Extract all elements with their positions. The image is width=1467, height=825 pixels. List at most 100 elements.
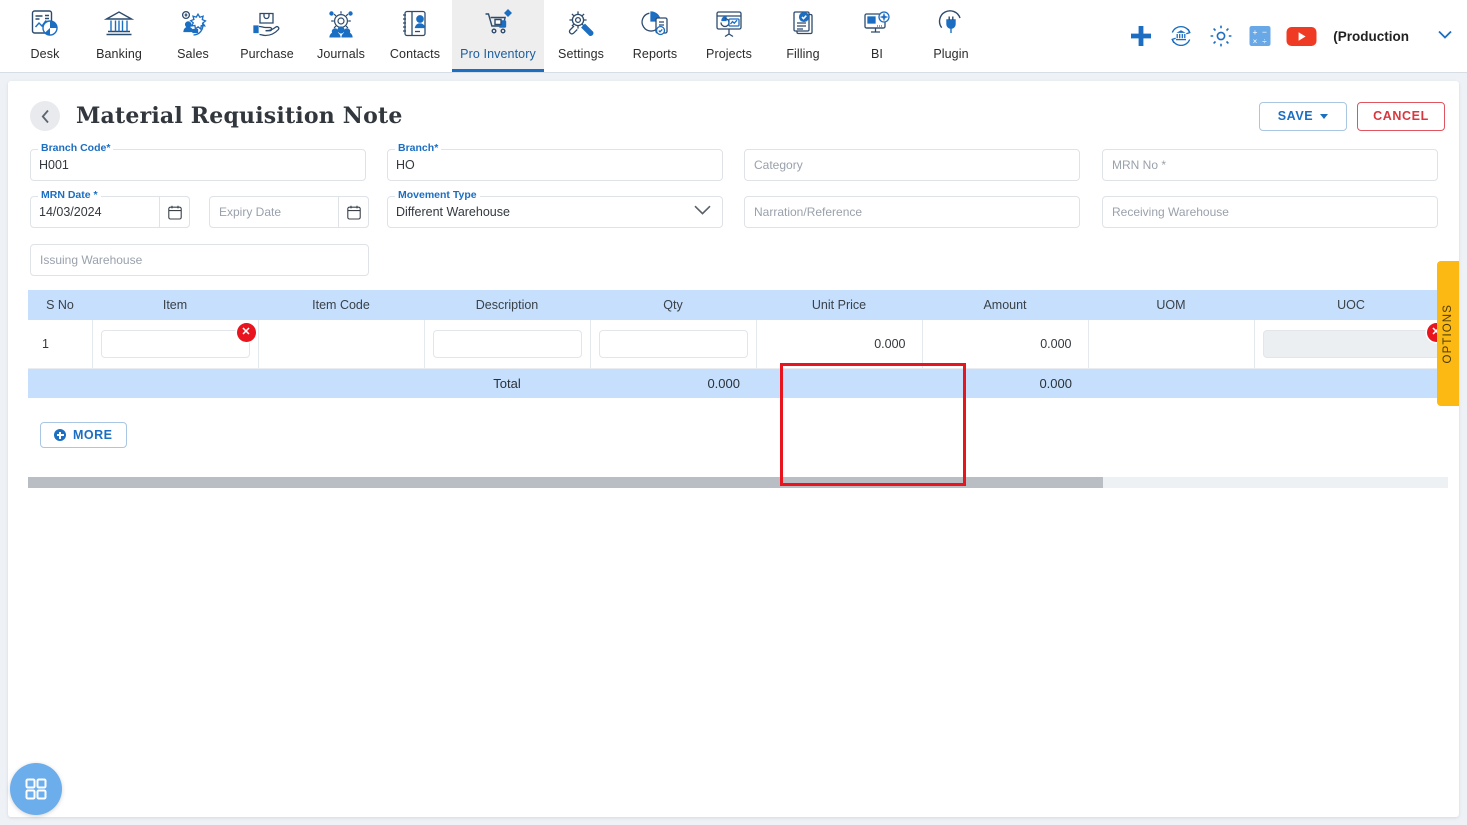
plugin-plug-icon <box>936 7 966 41</box>
expiry-date-field[interactable]: Expiry Date <box>209 196 369 228</box>
calculator-icon[interactable]: + − × ÷ <box>1248 24 1272 48</box>
cell-unit-price[interactable]: 0.000 <box>756 320 923 369</box>
branch-field[interactable]: Branch* HO <box>387 142 723 181</box>
items-table: S No Item Item Code Description Qty Unit… <box>28 290 1449 398</box>
nav-item-journals[interactable]: Journals <box>304 0 378 72</box>
scrollbar-thumb[interactable] <box>28 477 1103 488</box>
qty-input[interactable] <box>598 329 748 358</box>
nav-item-contacts[interactable]: Contacts <box>378 0 452 72</box>
cell-qty[interactable] <box>590 320 757 369</box>
col-uom: UOM <box>1088 290 1254 320</box>
apps-grid-fab[interactable] <box>10 763 62 815</box>
mrn-no-placeholder: MRN No * <box>1112 158 1167 172</box>
uoc-input[interactable] <box>1262 329 1440 358</box>
gear-icon[interactable] <box>1208 23 1234 49</box>
nav-item-pro-inventory[interactable]: Pro Inventory <box>452 0 544 72</box>
nav-item-filling[interactable]: Filling <box>766 0 840 72</box>
branch-code-label: Branch Code* <box>38 142 114 154</box>
youtube-icon[interactable] <box>1286 25 1317 48</box>
nav-item-label: Projects <box>706 47 752 61</box>
nav-item-settings[interactable]: Settings <box>544 0 618 72</box>
filling-documents-icon <box>788 7 818 41</box>
cell-item[interactable]: ✕ <box>92 320 259 369</box>
cell-uoc[interactable]: ✕ <box>1254 320 1449 369</box>
nav-item-sales[interactable]: Sales <box>156 0 230 72</box>
nav-item-plugin[interactable]: Plugin <box>914 0 988 72</box>
col-s-no: S No <box>28 290 92 320</box>
col-item-code: Item Code <box>258 290 424 320</box>
dashboard-icon <box>30 7 60 41</box>
narration-field[interactable]: Narration/Reference <box>744 196 1080 228</box>
branch-code-value: H001 <box>39 158 69 172</box>
svg-text:+: + <box>1253 27 1258 37</box>
items-grid: S No Item Item Code Description Qty Unit… <box>28 290 1449 398</box>
receiving-warehouse-field[interactable]: Receiving Warehouse <box>1102 196 1438 228</box>
nav-item-desk[interactable]: Desk <box>8 0 82 72</box>
inventory-cart-icon <box>483 7 513 41</box>
description-input[interactable] <box>432 329 582 358</box>
cell-description[interactable] <box>424 320 591 369</box>
cancel-button[interactable]: CANCEL <box>1357 101 1445 131</box>
options-tab[interactable]: OPTIONS <box>1437 261 1459 406</box>
category-field[interactable]: Category <box>744 149 1080 181</box>
mrn-date-label: MRN Date * <box>38 189 101 201</box>
branch-label: Branch* <box>395 142 442 154</box>
bi-monitor-icon <box>862 7 892 41</box>
total-amount: 0.000 <box>922 368 1088 398</box>
col-item: Item <box>92 290 258 320</box>
issuing-warehouse-field[interactable]: Issuing Warehouse <box>30 244 369 276</box>
nav-item-label: Contacts <box>389 47 441 61</box>
svg-text:×: × <box>1253 37 1258 46</box>
nav-item-bi[interactable]: BI <box>840 0 914 72</box>
branch-code-field[interactable]: Branch Code* H001 <box>30 142 366 181</box>
purchase-icon <box>252 7 282 41</box>
svg-text:÷: ÷ <box>1263 37 1268 46</box>
nav-item-projects[interactable]: Projects <box>692 0 766 72</box>
horizontal-scrollbar[interactable] <box>28 477 1448 488</box>
item-input[interactable] <box>100 329 250 358</box>
movement-type-value: Different Warehouse <box>396 205 510 219</box>
page-title: Material Requisition Note <box>76 103 403 129</box>
cell-item-code[interactable] <box>258 320 425 369</box>
nav-item-label: Banking <box>96 47 142 61</box>
caret-down-icon[interactable] <box>1320 113 1329 119</box>
more-button[interactable]: MORE <box>40 422 127 448</box>
mrn-date-value: 14/03/2024 <box>39 205 102 219</box>
nav-items-container: Desk Banking Sales Purchase Journals Con… <box>0 0 988 72</box>
category-placeholder: Category <box>754 158 803 172</box>
calendar-icon[interactable] <box>159 196 190 228</box>
expiry-date-placeholder: Expiry Date <box>219 205 282 219</box>
receiving-warehouse-placeholder: Receiving Warehouse <box>1112 205 1229 219</box>
delete-circle-icon[interactable]: ✕ <box>236 323 256 342</box>
cell-s-no: 1 <box>28 320 93 369</box>
journals-icon <box>326 7 356 41</box>
nav-item-banking[interactable]: Banking <box>82 0 156 72</box>
nav-item-label: Sales <box>177 47 209 61</box>
bank-icon <box>104 7 134 41</box>
col-amount: Amount <box>922 290 1088 320</box>
total-spacer-1 <box>28 368 92 398</box>
mrn-no-field[interactable]: MRN No * <box>1102 149 1438 181</box>
chevron-down-icon[interactable] <box>1437 27 1453 45</box>
nav-item-purchase[interactable]: Purchase <box>230 0 304 72</box>
bank-refresh-icon[interactable] <box>1168 23 1194 49</box>
mrn-date-field[interactable]: MRN Date * 14/03/2024 <box>30 189 190 228</box>
chevron-down-icon[interactable] <box>693 203 712 221</box>
total-spacer-5 <box>1088 368 1254 398</box>
calendar-icon[interactable] <box>338 196 369 228</box>
sales-icon <box>178 7 208 41</box>
contacts-icon <box>400 7 430 41</box>
nav-item-label: Settings <box>558 47 604 61</box>
nav-item-label: Desk <box>30 47 60 61</box>
col-description: Description <box>424 290 590 320</box>
save-button[interactable]: SAVE <box>1259 101 1347 131</box>
plus-icon[interactable] <box>1128 23 1154 49</box>
movement-type-select[interactable]: Movement Type Different Warehouse <box>387 189 723 228</box>
reports-piechart-icon <box>640 7 670 41</box>
table-header-row: S No Item Item Code Description Qty Unit… <box>28 290 1448 320</box>
back-button[interactable] <box>30 101 60 131</box>
page-header-actions: SAVE CANCEL <box>1259 101 1445 131</box>
page-header: Material Requisition Note SAVE CANCEL <box>30 95 1445 137</box>
nav-item-reports[interactable]: Reports <box>618 0 692 72</box>
cell-uom[interactable] <box>1088 320 1255 369</box>
